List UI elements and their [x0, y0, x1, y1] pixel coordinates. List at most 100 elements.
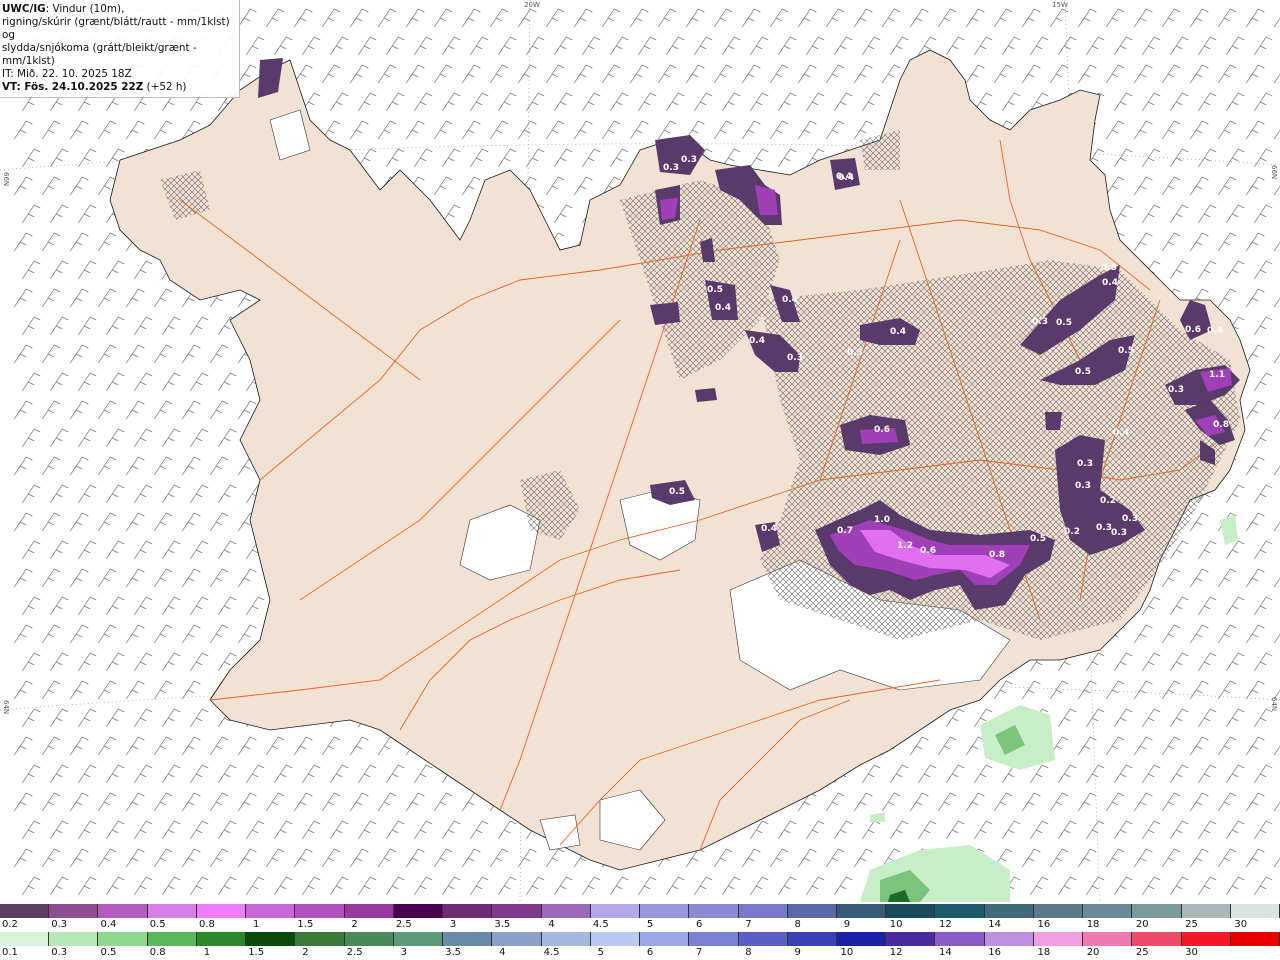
legend-color-cell: [49, 904, 99, 918]
legend-color-cell: [492, 932, 542, 946]
legend-tick-label: 2: [302, 947, 309, 958]
legend-tick-label: 5: [597, 947, 604, 958]
legend-tick-label: 3.5: [445, 947, 462, 958]
legend-color-cell: [0, 904, 50, 918]
legend-tick-label: 5: [646, 919, 654, 930]
legend-tick-label: 10: [889, 919, 903, 930]
legend-tick-label: 3: [449, 919, 457, 930]
legend-color-cell: [443, 904, 493, 918]
precip-value-label: 0.3: [1122, 514, 1138, 524]
precip-value-label: 0.5: [1056, 318, 1072, 328]
legend-color-cell: [1083, 932, 1133, 946]
legend-color-cell: [147, 932, 197, 946]
legend-tick-label: 16: [988, 947, 1001, 958]
legend-color-cell: [1181, 932, 1231, 946]
forecast-hour: (+52 h): [143, 81, 187, 93]
legend-color-cell: [836, 932, 887, 946]
legend-tick-label: 2.5: [346, 947, 363, 958]
title-line-4: IT: Mið. 22. 10. 2025 18Z: [2, 68, 132, 80]
legend-color-cell: [787, 932, 837, 946]
legend-color-cell: [1132, 904, 1182, 918]
lat-label-right-low: 64N: [1270, 697, 1278, 711]
precip-value-label: 0.3: [787, 353, 803, 363]
legend-tick-label: 8: [745, 947, 752, 958]
legend-tick-label: 9: [794, 947, 801, 958]
precip-value-label: 0.4: [1113, 428, 1129, 438]
legend-color-cell: [49, 932, 99, 946]
legend-tick-label: 18: [1037, 947, 1051, 958]
legend-tick-label: 0.1: [2, 947, 18, 958]
legend-color-cell: [295, 932, 345, 946]
rain-legend-bar: [0, 932, 1280, 946]
title-line-5: VT: Fös. 24.10.2025 22Z (+52 h): [2, 81, 236, 94]
precip-value-label: 0.3: [663, 163, 679, 173]
iceland-precip-wind-map: 0.3 0.4 0.3 0.4 0.5 0.4 0.4 0.3 0.4 0.3 0.4 0.6 0.5 0…: [0, 0, 1280, 902]
legend-color-cell: [344, 904, 394, 918]
legend-color-cell: [984, 932, 1034, 946]
title-line-1-text: : Vindur (10m),: [45, 3, 125, 15]
lon-label-15w: 15W: [1052, 1, 1068, 9]
legend-color-cell: [886, 904, 936, 918]
legend-tick-label: 12: [889, 947, 903, 958]
valid-time: VT: Fös. 24.10.2025 22Z: [2, 81, 144, 93]
legend-color-cell: [1033, 932, 1084, 946]
precip-value-label: 0.4: [761, 524, 777, 534]
lat-label-left: 66N: [2, 172, 10, 186]
precip-value-label: 0.2: [1064, 527, 1080, 537]
legend-color-cell: [984, 904, 1034, 918]
precip-value-label: 0.6: [920, 546, 936, 556]
precip-value-label: 0.7: [837, 526, 853, 536]
legend-tick-label: 30: [1185, 947, 1198, 958]
precip-value-label: 0.3: [1032, 317, 1048, 327]
legend-tick-label: 9: [843, 919, 851, 930]
legend-tick-label: 2.5: [395, 919, 412, 930]
legend-tick-label: 1: [203, 947, 211, 958]
model-name: UWC/IG: [2, 3, 46, 15]
legend-tick-label: 16: [1037, 919, 1051, 930]
legend-tick-label: 1.5: [297, 919, 314, 930]
legend-tick-label: 30: [1234, 919, 1248, 930]
precip-value-label: 0.5: [669, 487, 685, 497]
precip-value-label: 0.3: [1096, 523, 1112, 533]
precip-value-label: 0.2: [1100, 496, 1116, 506]
legend-tick-label: 4.5: [543, 947, 560, 958]
legend-tick-label: 8: [794, 919, 801, 930]
legend-tick-label: 0.3: [51, 947, 68, 958]
precip-value-label: 0.5: [1101, 263, 1117, 273]
precip-value-label: 0.3: [681, 155, 697, 165]
legend-tick-label: 18: [1086, 919, 1100, 930]
precip-value-label: 0.8: [989, 550, 1005, 560]
precip-value-label: 0.5: [1118, 346, 1134, 356]
precip-value-label: 0.4: [1207, 326, 1223, 336]
precip-value-label: 0.4: [782, 295, 798, 305]
precip-value-label: 0.8: [1213, 420, 1229, 430]
legend-color-cell: [443, 932, 493, 946]
legend-tick-label: 25: [1185, 919, 1198, 930]
precip-value-label: 1.1: [1209, 370, 1225, 380]
legend-tick-label: 14: [988, 919, 1001, 930]
legend-tick-label: 10: [840, 947, 854, 958]
legend-color-cell: [1230, 932, 1280, 946]
precip-value-label: 0.3: [847, 348, 863, 358]
legend-tick-label: 4: [548, 919, 555, 930]
legend-tick-label: 1.5: [248, 947, 265, 958]
legend-color-cell: [1230, 904, 1280, 918]
legend-color-cell: [0, 932, 50, 946]
lon-label-20w: 20W: [524, 1, 540, 9]
legend-color-cell: [886, 932, 936, 946]
legend-color-cell: [246, 904, 296, 918]
precip-value-label: 0.4: [749, 336, 765, 346]
precip-value-label: 0.3: [1077, 459, 1093, 469]
legend-color-cell: [640, 932, 690, 946]
legend-tick-label: 3.5: [494, 919, 511, 930]
precip-value-label: 0.4: [715, 303, 731, 313]
legend-color-cell: [492, 904, 542, 918]
precip-value-label: 0.4: [1102, 278, 1118, 288]
legend-tick-label: 0.8: [198, 919, 215, 930]
legend-tick-label: 7: [696, 947, 703, 958]
legend-tick-label: 1: [252, 919, 260, 930]
legend-tick-label: 0.3: [51, 919, 68, 930]
legend-color-cell: [344, 932, 394, 946]
legend-tick-label: 25: [1135, 947, 1149, 958]
legend-color-cell: [147, 904, 197, 918]
